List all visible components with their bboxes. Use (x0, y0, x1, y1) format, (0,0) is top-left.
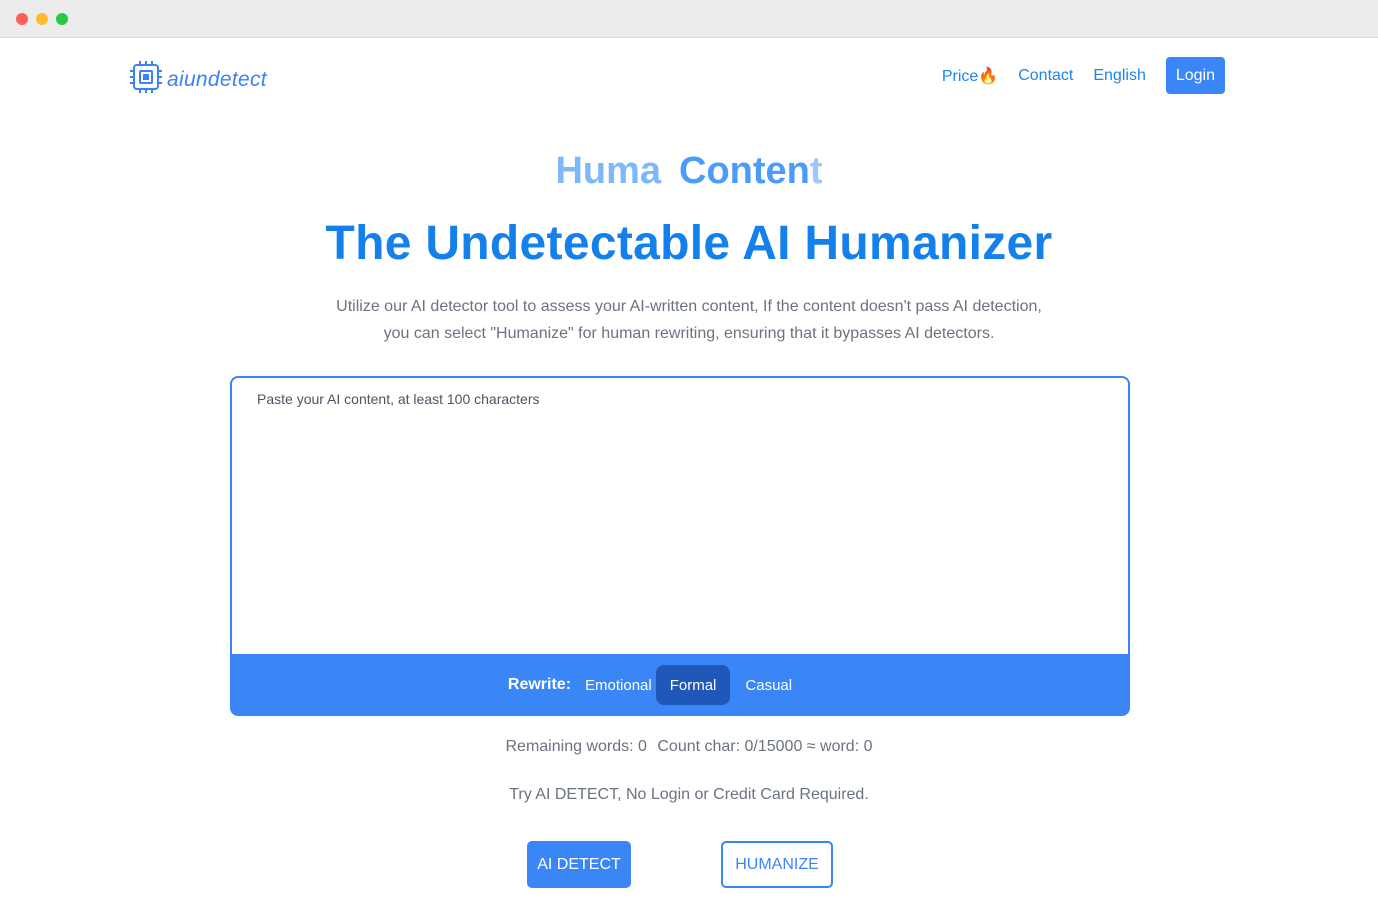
word-count-stats: Remaining words: 0 Count char: 0/15000 ≈… (0, 738, 1378, 756)
minimize-window-button[interactable] (36, 13, 48, 25)
rewrite-option-formal[interactable]: Formal (655, 665, 731, 705)
hero-section: Huma Content The Undetectable AI Humanize… (0, 150, 1378, 347)
nav-contact-link[interactable]: Contact (1018, 67, 1073, 85)
language-selector[interactable]: English (1093, 67, 1145, 85)
rewrite-option-casual[interactable]: Casual (745, 665, 792, 705)
content-editor: Rewrite: Emotional Formal Casual (230, 376, 1130, 716)
window-titlebar (0, 0, 1378, 38)
typing-word-1: Huma (555, 150, 662, 192)
remaining-words: Remaining words: 0 (505, 738, 647, 755)
rewrite-label: Rewrite: (507, 676, 572, 693)
typing-animation-text: Huma Content (0, 150, 1378, 200)
nav-price-link[interactable]: Price🔥 (942, 66, 998, 86)
typing-word-2-fade: t (809, 150, 823, 192)
top-navigation: aiundetect Price🔥 Contact English Login (0, 38, 1378, 114)
nav-price-label: Price (941, 67, 979, 85)
ai-detect-button[interactable]: AI DETECT (527, 841, 631, 888)
humanize-button[interactable]: HUMANIZE (721, 841, 833, 888)
fire-icon: 🔥 (978, 67, 999, 85)
close-window-button[interactable] (16, 13, 28, 25)
typing-word-2-main: Conten (679, 150, 810, 192)
chip-icon (129, 60, 163, 99)
brand-logo[interactable]: aiundetect (129, 60, 267, 99)
hero-description: Utilize our AI detector tool to assess y… (336, 298, 1042, 342)
rewrite-option-emotional[interactable]: Emotional (585, 665, 652, 705)
typing-word-2: Content (679, 150, 823, 192)
brand-name: aiundetect (167, 67, 267, 91)
ai-content-input[interactable] (230, 376, 1130, 656)
rewrite-mode-bar: Rewrite: Emotional Formal Casual (230, 654, 1130, 716)
maximize-window-button[interactable] (56, 13, 68, 25)
login-button[interactable]: Login (1165, 57, 1225, 94)
try-notice: Try AI DETECT, No Login or Credit Card R… (509, 786, 869, 803)
nav-links: Price🔥 Contact English Login (942, 57, 1225, 94)
char-count: Count char: 0/15000 ≈ word: 0 (657, 738, 873, 755)
page-title: The Undetectable AI Humanizer (325, 217, 1053, 270)
